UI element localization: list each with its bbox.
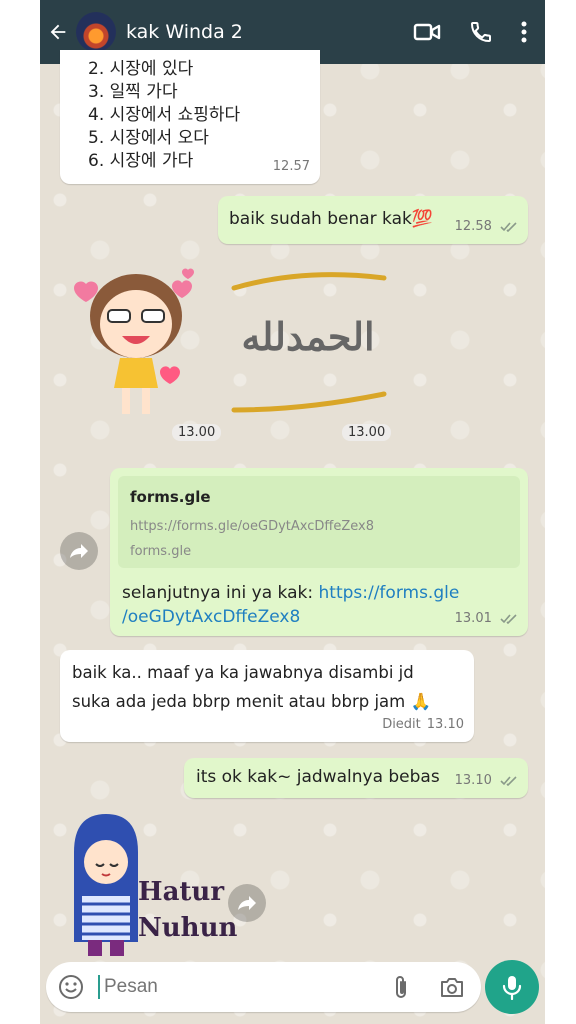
sticker-hatur-nuhun[interactable]: Hatur Nuhun bbox=[64, 812, 237, 958]
contact-name[interactable]: kak Winda 2 bbox=[126, 21, 413, 43]
sticker-time: 13.00 bbox=[172, 424, 222, 441]
hijab-girl-sticker-icon bbox=[74, 814, 138, 956]
preview-domain: forms.gle bbox=[130, 544, 192, 559]
attach-icon[interactable] bbox=[391, 974, 411, 1000]
list-line: 4. 시장에서 쇼핑하다 bbox=[88, 105, 241, 125]
read-ticks-icon bbox=[500, 613, 517, 624]
message-line: suka ada jeda bbrp menit atau bbrp jam 🙏 bbox=[72, 692, 432, 711]
cartoon-girl-sticker-icon bbox=[74, 268, 194, 414]
message-input[interactable] bbox=[98, 975, 391, 999]
right-margin bbox=[545, 0, 576, 1024]
message-time: 13.10 bbox=[455, 769, 518, 792]
message-line: baik ka.. maaf ya ka jawabnya disambi jd bbox=[72, 663, 414, 682]
sticker-alhamdulillah[interactable]: الحمدلله bbox=[228, 260, 388, 420]
preview-title: forms.gle bbox=[130, 488, 211, 506]
video-call-icon[interactable] bbox=[413, 21, 441, 43]
message-text: selanjutnya ini ya kak: bbox=[122, 583, 319, 603]
composer bbox=[40, 960, 545, 1024]
forward-icon bbox=[238, 896, 256, 910]
outgoing-message[interactable]: its ok kak~ jadwalnya bebas 13.10 bbox=[184, 758, 528, 798]
list-line: 2. 시장에 있다 bbox=[88, 59, 194, 79]
forward-button[interactable] bbox=[228, 884, 266, 922]
arrow-left-icon bbox=[50, 24, 66, 40]
sticker-caption: Hatur Nuhun bbox=[138, 877, 238, 943]
message-time: 12.58 bbox=[455, 215, 518, 238]
sticker-girl[interactable] bbox=[64, 264, 214, 424]
message-input-box[interactable] bbox=[46, 962, 481, 1012]
forward-icon bbox=[70, 544, 88, 558]
preview-url: https://forms.gle/oeGDytAxcDffeZex8 bbox=[130, 519, 374, 534]
message-text: its ok kak~ jadwalnya bebas bbox=[196, 767, 440, 787]
calligraphy-text: الحمدلله bbox=[241, 314, 375, 359]
list-line: 6. 시장에 가다 bbox=[88, 151, 194, 171]
list-line: 3. 일찍 가다 bbox=[88, 82, 178, 102]
microphone-icon bbox=[502, 976, 522, 1000]
message-text: baik sudah benar kak💯 bbox=[229, 209, 434, 229]
camera-icon[interactable] bbox=[439, 975, 465, 999]
more-options-icon[interactable] bbox=[521, 21, 527, 43]
avatar[interactable] bbox=[76, 12, 116, 52]
outgoing-message[interactable]: baik sudah benar kak💯 12.58 bbox=[218, 196, 528, 244]
link-preview[interactable]: forms.gle https://forms.gle/oeGDytAxcDff… bbox=[118, 476, 520, 568]
voice-record-button[interactable] bbox=[485, 960, 539, 1014]
read-ticks-icon bbox=[500, 775, 517, 786]
message-list[interactable]: 2. 시장에 있다 3. 일찍 가다 4. 시장에서 쇼핑하다 5. 시장에서 … bbox=[40, 50, 545, 960]
message-time: 12.57 bbox=[272, 159, 310, 174]
incoming-message[interactable]: 2. 시장에 있다 3. 일찍 가다 4. 시장에서 쇼핑하다 5. 시장에서 … bbox=[60, 50, 320, 184]
message-time: Diedit 13.10 bbox=[382, 717, 464, 732]
read-ticks-icon bbox=[500, 221, 517, 232]
outgoing-link-message[interactable]: forms.gle https://forms.gle/oeGDytAxcDff… bbox=[110, 468, 528, 636]
sticker-time: 13.00 bbox=[342, 424, 392, 441]
message-time: 13.01 bbox=[455, 607, 518, 630]
incoming-message[interactable]: baik ka.. maaf ya ka jawabnya disambi jd… bbox=[60, 650, 474, 742]
emoji-icon[interactable] bbox=[58, 974, 84, 1000]
forward-button[interactable] bbox=[60, 532, 98, 570]
phone-icon[interactable] bbox=[469, 20, 493, 44]
message-link[interactable]: /oeGDytAxcDffeZex8 bbox=[122, 607, 300, 627]
left-margin bbox=[0, 0, 40, 1024]
message-link[interactable]: https://forms.gle bbox=[319, 583, 460, 603]
list-line: 5. 시장에서 오다 bbox=[88, 128, 209, 148]
